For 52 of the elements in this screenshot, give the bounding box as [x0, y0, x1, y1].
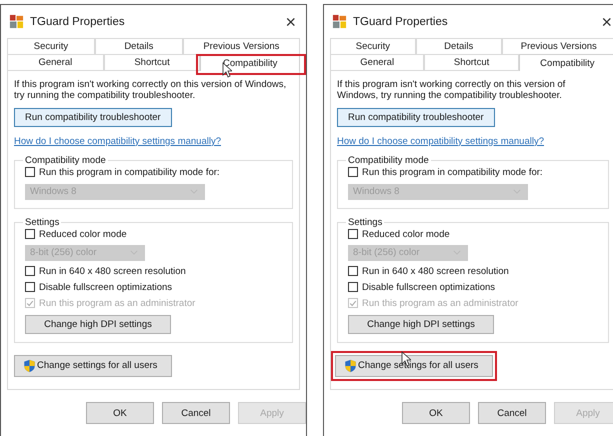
group-label: Compatibility mode	[24, 154, 107, 166]
checkbox-option[interactable]: Run this program in compatibility mode for:	[25, 166, 220, 178]
group-label: Compatibility mode	[347, 154, 430, 166]
tab[interactable]: Shortcut	[104, 54, 200, 70]
window-title: TGuard Properties	[30, 16, 126, 28]
dpi-settings-button[interactable]: Change high DPI settings	[348, 314, 494, 334]
dpi-settings-button[interactable]: Change high DPI settings	[25, 314, 171, 334]
close-button[interactable]: ×	[281, 12, 300, 30]
dialog-button[interactable]: OK	[86, 402, 154, 424]
checkbox[interactable]	[348, 282, 358, 292]
dialog-button[interactable]: Cancel	[162, 402, 230, 424]
checkbox[interactable]	[348, 229, 358, 240]
tab[interactable]: Previous Versions	[182, 38, 300, 54]
checkbox[interactable]	[25, 282, 35, 292]
tab[interactable]: Security	[7, 38, 95, 54]
window-title: TGuard Properties	[353, 16, 449, 28]
close-button[interactable]: ×	[597, 12, 613, 30]
checkbox-option[interactable]: Run in 640 x 480 screen resolution	[25, 266, 186, 277]
checkbox-option[interactable]: Reduced color mode	[25, 228, 127, 240]
description-text: If this program isn't working correctly on this version of Windows, try running the compatibility troubleshooter.	[337, 79, 566, 102]
app-icon	[332, 14, 347, 29]
troubleshooter-button[interactable]: Run compatibility troubleshooter	[14, 108, 172, 127]
shield-icon	[23, 358, 36, 373]
help-link[interactable]: How do I choose compatibility settings manually?	[14, 136, 221, 147]
checkbox-option[interactable]: Disable fullscreen optimizations	[25, 282, 172, 293]
group-label: Settings	[24, 216, 60, 228]
group-label: Settings	[347, 216, 384, 228]
checkbox[interactable]	[348, 266, 358, 276]
checkbox[interactable]	[348, 167, 358, 178]
troubleshooter-button[interactable]: Run compatibility troubleshooter	[337, 108, 495, 127]
dialog-button[interactable]: OK	[402, 402, 470, 424]
tab[interactable]: Details	[94, 38, 183, 54]
dialog-button[interactable]: Cancel	[478, 402, 546, 424]
checkbox[interactable]	[25, 229, 35, 240]
description-text: If this program isn't working correctly on this version of Windows, try running the compatibility troubleshooter.	[14, 79, 288, 102]
help-link[interactable]: How do I choose compatibility settings manually?	[337, 136, 544, 147]
checkbox-option[interactable]: Reduced color mode	[348, 228, 450, 240]
tab[interactable]: General	[330, 54, 424, 70]
checkbox[interactable]	[25, 167, 35, 178]
checkbox[interactable]	[25, 266, 35, 276]
checkbox-option[interactable]: Disable fullscreen optimizations	[348, 282, 496, 293]
tab[interactable]: Details	[416, 38, 502, 54]
tab[interactable]: Compatibility	[518, 54, 613, 71]
app-icon	[9, 14, 24, 29]
shield-icon	[344, 358, 357, 373]
all-users-button[interactable]: Change settings for all users	[14, 354, 172, 377]
tab[interactable]: Shortcut	[424, 54, 519, 70]
tab[interactable]: General	[7, 54, 104, 70]
tab[interactable]: Previous Versions	[502, 38, 613, 54]
checkbox-option[interactable]: Run this program in compatibility mode for:	[348, 166, 543, 178]
tab[interactable]: Security	[330, 38, 416, 54]
checkbox-option[interactable]: Run in 640 x 480 screen resolution	[348, 266, 509, 277]
